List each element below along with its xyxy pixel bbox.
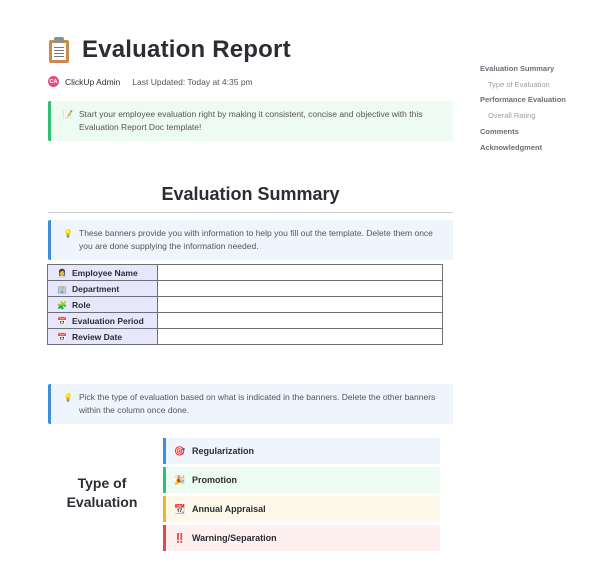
table-value-cell[interactable] — [157, 280, 443, 297]
table-label-cell[interactable]: 📅 Evaluation Period — [47, 312, 158, 329]
toc-item-comments[interactable]: Comments — [480, 124, 566, 140]
table-row: 🧩 Role — [47, 296, 443, 313]
section-heading-evaluation-summary[interactable]: Evaluation Summary — [48, 184, 453, 205]
page-title[interactable]: Evaluation Report — [82, 36, 291, 64]
table-label-cell[interactable]: 📅 Review Date — [47, 328, 158, 345]
evaluation-option-annual-appraisal[interactable]: 📆 Annual Appraisal — [163, 496, 440, 522]
table-value-cell[interactable] — [157, 296, 443, 313]
last-updated: Last Updated: Today at 4:35 pm — [132, 76, 253, 87]
toc-item-evaluation-summary[interactable]: Evaluation Summary — [480, 61, 566, 77]
calendar-icon: 📅 — [57, 316, 67, 326]
double-exclamation-icon: ‼️ — [174, 532, 186, 543]
person-icon: 👩‍💼 — [57, 268, 67, 278]
table-value-cell[interactable] — [157, 312, 443, 329]
toc-item-performance-evaluation[interactable]: Performance Evaluation — [480, 92, 566, 108]
info-banner-evaluation[interactable]: 💡 Pick the type of evaluation based on w… — [48, 384, 453, 424]
evaluation-option-promotion[interactable]: 🎉 Promotion — [163, 467, 440, 493]
lightbulb-icon: 💡 — [63, 229, 73, 238]
info-banner-summary[interactable]: 💡 These banners provide you with informa… — [48, 220, 453, 260]
doc-header: Evaluation Report — [48, 36, 291, 64]
table-of-contents: Evaluation Summary Type of Evaluation Pe… — [480, 61, 566, 155]
divider — [48, 212, 453, 213]
employee-info-table: 👩‍💼 Employee Name 🏢 Department 🧩 Role 📅 Eval… — [47, 264, 443, 345]
toc-item-overall-rating[interactable]: Overall Rating — [480, 108, 566, 124]
info-banner-text: These banners provide you with informati… — [79, 228, 433, 251]
memo-icon: 📝 — [63, 110, 73, 119]
table-value-cell[interactable] — [157, 328, 443, 345]
type-of-evaluation-label: Type of Evaluation — [66, 475, 138, 510]
clipboard-icon — [48, 37, 70, 63]
intro-banner-text: Start your employee evaluation right by … — [79, 109, 423, 132]
calendar-icon: 📅 — [57, 332, 67, 342]
table-label-cell[interactable]: 🧩 Role — [47, 296, 158, 313]
lightbulb-icon: 💡 — [63, 393, 73, 402]
party-popper-icon: 🎉 — [174, 474, 186, 485]
table-label-cell[interactable]: 👩‍💼 Employee Name — [47, 264, 158, 281]
doc-meta: CA ClickUp Admin Last Updated: Today at … — [48, 76, 253, 87]
table-row: 📅 Review Date — [47, 328, 443, 345]
evaluation-option-warning-separation[interactable]: ‼️ Warning/Separation — [163, 525, 440, 551]
table-row: 👩‍💼 Employee Name — [47, 264, 443, 281]
toc-item-acknowledgment[interactable]: Acknowledgment — [480, 140, 566, 156]
toc-item-type-of-evaluation[interactable]: Type of Evaluation — [480, 77, 566, 93]
info-banner-text: Pick the type of evaluation based on wha… — [79, 392, 436, 415]
puzzle-icon: 🧩 — [57, 300, 67, 310]
intro-banner[interactable]: 📝 Start your employee evaluation right b… — [48, 101, 453, 141]
table-row: 🏢 Department — [47, 280, 443, 297]
building-icon: 🏢 — [57, 284, 67, 294]
evaluation-option-regularization[interactable]: 🎯 Regularization — [163, 438, 440, 464]
table-value-cell[interactable] — [157, 264, 443, 281]
target-icon: 🎯 — [174, 445, 186, 456]
avatar[interactable]: CA — [48, 76, 59, 87]
author-name[interactable]: ClickUp Admin — [65, 77, 120, 87]
calendar-icon: 📆 — [174, 503, 186, 514]
table-label-cell[interactable]: 🏢 Department — [47, 280, 158, 297]
table-row: 📅 Evaluation Period — [47, 312, 443, 329]
